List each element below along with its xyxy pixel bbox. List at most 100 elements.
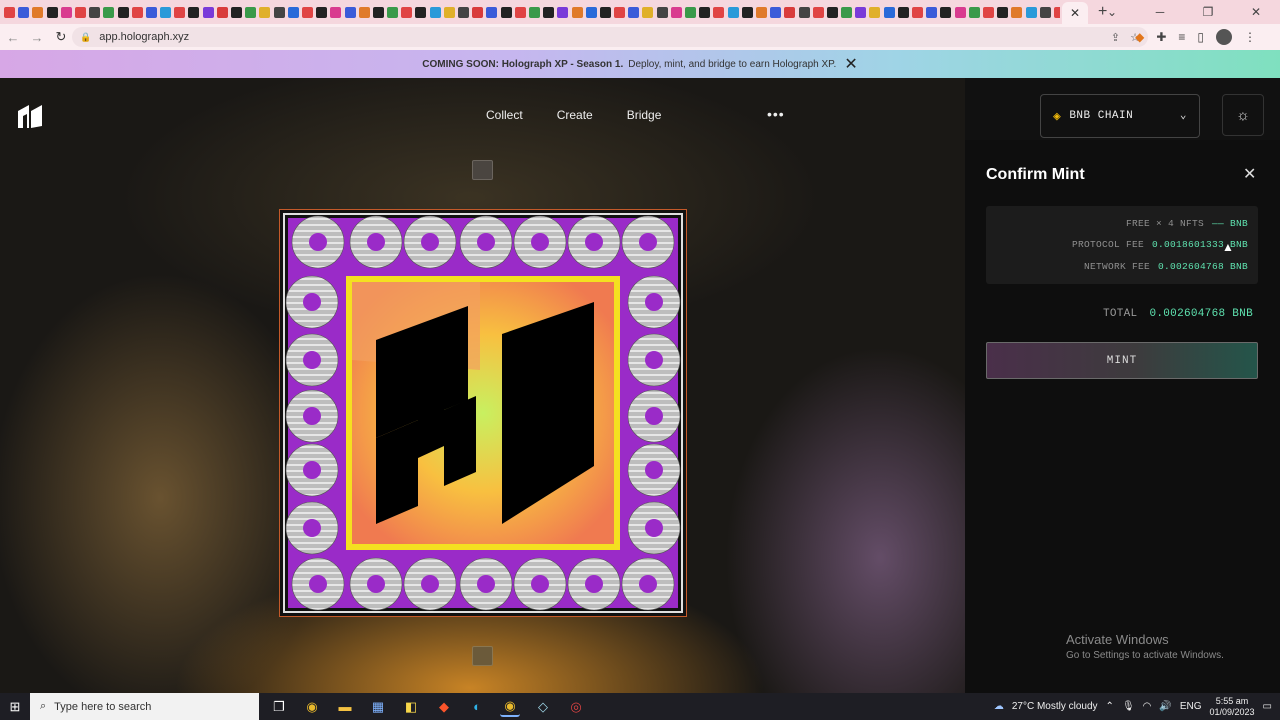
clock[interactable]: 5:55 am 01/09/2023 — [1210, 696, 1255, 718]
tab-favicon-icon[interactable] — [940, 6, 952, 18]
tab-favicon-icon[interactable] — [202, 6, 214, 18]
tab-favicon-icon[interactable] — [117, 6, 129, 18]
tab-favicon-icon[interactable] — [344, 6, 356, 18]
close-window-button[interactable]: ✕ — [1232, 5, 1280, 19]
tab-favicon-icon[interactable] — [32, 6, 44, 18]
tab-favicon-icon[interactable] — [585, 6, 597, 18]
volume-icon[interactable]: 🔊 — [1159, 701, 1171, 712]
nav-create[interactable]: Create — [557, 108, 593, 122]
nav-collect[interactable]: Collect — [486, 108, 523, 122]
weather-icon[interactable]: ☁ — [994, 701, 1004, 712]
tab-favicon-icon[interactable] — [358, 6, 370, 18]
restore-button[interactable]: ❐ — [1184, 5, 1232, 19]
tab-favicon-icon[interactable] — [46, 6, 58, 18]
holograph-logo-icon[interactable] — [16, 102, 44, 130]
tab-favicon-icon[interactable] — [273, 6, 285, 18]
tab-favicon-icon[interactable] — [74, 6, 86, 18]
tab-favicon-icon[interactable] — [174, 6, 186, 18]
nav-bridge[interactable]: Bridge — [627, 108, 662, 122]
tab-favicon-icon[interactable] — [912, 6, 923, 18]
tab-favicon-icon[interactable] — [372, 6, 384, 18]
tab-favicon-icon[interactable] — [458, 6, 469, 18]
calculator-icon[interactable]: ▦ — [368, 697, 388, 717]
tab-favicon-icon[interactable] — [883, 6, 895, 18]
tab-favicon-icon[interactable] — [557, 6, 569, 18]
tab-favicon-icon[interactable] — [755, 6, 767, 18]
tab-favicon-icon[interactable] — [160, 6, 172, 18]
reload-icon[interactable]: ↻ — [50, 29, 72, 45]
metamask-extension-icon[interactable]: ◆ — [1135, 30, 1144, 44]
tray-chevron-up-icon[interactable]: ⌃ — [1106, 701, 1114, 712]
tab-favicon-icon[interactable] — [316, 6, 328, 18]
tab-favicon-icon[interactable] — [741, 6, 753, 18]
reading-list-icon[interactable]: ≡ — [1178, 30, 1185, 44]
tab-favicon-icon[interactable] — [713, 6, 725, 18]
address-bar[interactable]: 🔒 app.holograph.xyz ⇪ ☆ — [72, 27, 1148, 47]
tab-favicon-icon[interactable] — [60, 6, 72, 18]
tab-favicon-icon[interactable] — [897, 6, 909, 18]
tab-favicon-icon[interactable] — [514, 6, 526, 18]
tab-favicon-icon[interactable] — [656, 6, 668, 18]
more-menu-icon[interactable]: ••• — [767, 106, 785, 122]
tab-search-icon[interactable]: ⌄ — [1088, 5, 1136, 19]
lock-icon[interactable]: 🔒 — [80, 32, 91, 43]
theme-toggle-button[interactable]: ☼ — [1222, 94, 1264, 136]
tab-favicon-icon[interactable] — [89, 6, 101, 18]
language-indicator[interactable]: ENG — [1180, 701, 1202, 712]
tab-favicon-icon[interactable] — [997, 6, 1009, 18]
tab-favicon-icon[interactable] — [699, 6, 711, 18]
minimize-button[interactable]: ─ — [1136, 5, 1184, 19]
tab-favicon-icon[interactable] — [1053, 6, 1060, 18]
file-explorer-icon[interactable]: ▬ — [335, 697, 355, 717]
tab-favicon-icon[interactable] — [145, 6, 157, 18]
sticky-notes-icon[interactable]: ◧ — [401, 697, 421, 717]
mint-button[interactable]: MINT — [986, 342, 1258, 379]
tab-favicon-icon[interactable] — [926, 6, 938, 18]
microphone-icon[interactable]: 🎙 — [1122, 701, 1135, 712]
tab-favicon-icon[interactable] — [259, 6, 271, 18]
tab-favicon-icon[interactable] — [685, 6, 696, 18]
active-tab[interactable]: ✕ — [1062, 2, 1088, 24]
tab-favicon-icon[interactable] — [1025, 6, 1037, 18]
tab-favicon-icon[interactable] — [826, 6, 838, 18]
tab-favicon-icon[interactable] — [670, 6, 682, 18]
tab-favicon-icon[interactable] — [798, 6, 810, 18]
tab-favicon-icon[interactable] — [841, 6, 853, 18]
tab-favicon-icon[interactable] — [401, 6, 413, 18]
tab-favicon-icon[interactable] — [131, 6, 143, 18]
tab-favicon-icon[interactable] — [103, 6, 115, 18]
tab-favicon-icon[interactable] — [571, 6, 583, 18]
profile-avatar[interactable] — [1216, 29, 1232, 45]
close-icon[interactable]: ✕ — [1243, 164, 1256, 184]
app-icon[interactable]: ◇ — [533, 697, 553, 717]
tab-favicon-icon[interactable] — [982, 6, 994, 18]
tab-favicon-icon[interactable] — [1011, 6, 1023, 18]
tab-favicon-icon[interactable] — [472, 6, 484, 18]
network-icon[interactable]: ◠ — [1143, 701, 1152, 712]
tab-favicon-icon[interactable] — [188, 6, 200, 18]
forward-icon[interactable]: → — [26, 30, 48, 45]
tab-favicon-icon[interactable] — [486, 6, 498, 18]
tab-favicon-icon[interactable] — [968, 6, 980, 18]
tab-favicon-icon[interactable] — [614, 6, 626, 18]
tab-favicon-icon[interactable] — [18, 6, 30, 18]
browser-menu-icon[interactable]: ⋮ — [1244, 30, 1256, 44]
taskbar-search[interactable]: ⌕ Type here to search — [30, 693, 259, 720]
tab-favicon-icon[interactable] — [628, 6, 640, 18]
carousel-thumbnail[interactable] — [472, 160, 493, 180]
chrome-active-icon[interactable]: ◉ — [500, 697, 520, 717]
tab-favicon-icon[interactable] — [231, 6, 242, 18]
back-icon[interactable]: ← — [2, 30, 24, 45]
tab-favicon-icon[interactable] — [1039, 6, 1051, 18]
share-icon[interactable]: ⇪ — [1111, 31, 1120, 44]
extensions-puzzle-icon[interactable]: ✚ — [1156, 30, 1166, 44]
tab-favicon-icon[interactable] — [330, 6, 342, 18]
tab-favicon-icon[interactable] — [245, 6, 257, 18]
tab-favicon-icon[interactable] — [528, 6, 540, 18]
windows-start-icon[interactable]: ⊞ — [0, 699, 30, 715]
tab-favicon-icon[interactable] — [869, 6, 881, 18]
tab-favicon-icon[interactable] — [301, 6, 313, 18]
tab-favicon-icon[interactable] — [387, 6, 399, 18]
brave-icon[interactable]: ◆ — [434, 697, 454, 717]
banner-close-icon[interactable]: ✕ — [844, 54, 857, 74]
